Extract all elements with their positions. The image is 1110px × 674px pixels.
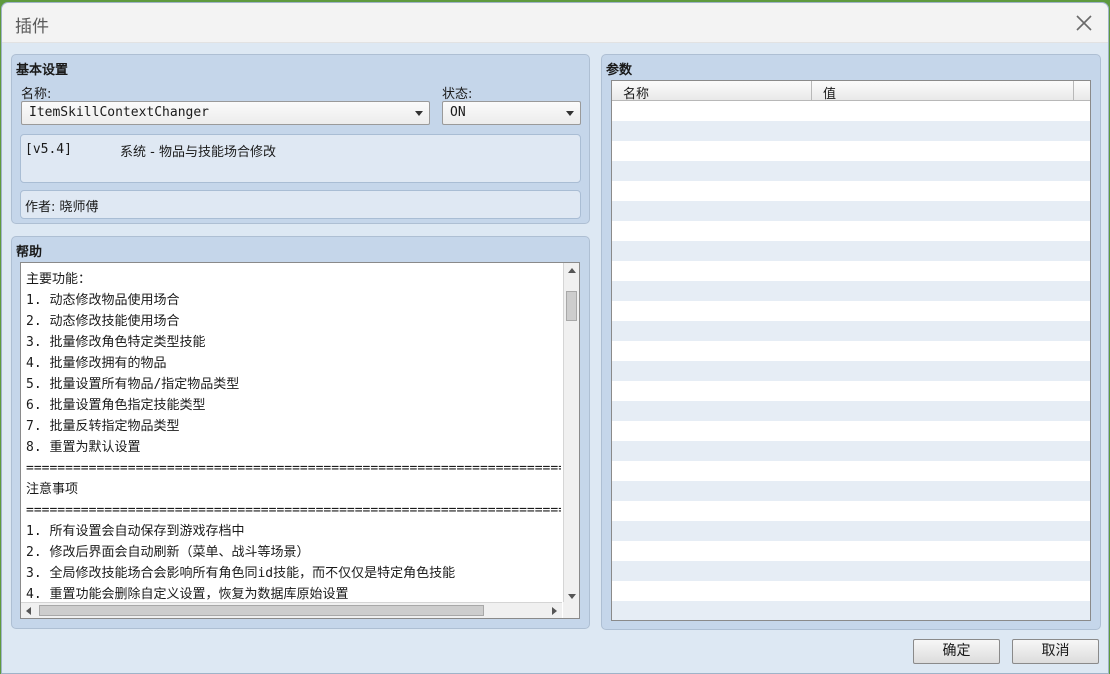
plugin-name-select[interactable]: ItemSkillContextChanger (21, 101, 430, 125)
help-line: 5. 批量设置所有物品/指定物品类型 (26, 377, 240, 392)
cancel-button[interactable]: 取消 (1012, 639, 1099, 664)
plugin-name-value: ItemSkillContextChanger (29, 105, 210, 120)
help-line: 3. 批量修改角色特定类型技能 (26, 335, 206, 350)
help-line: 6. 批量设置角色指定技能类型 (26, 398, 206, 413)
help-line: 1. 动态修改物品使用场合 (26, 293, 180, 308)
scroll-left-button[interactable] (21, 603, 37, 618)
ok-button[interactable]: 确定 (913, 639, 1000, 664)
name-label: 名称: (21, 87, 52, 102)
close-button[interactable] (1072, 11, 1096, 35)
window-title: 插件 (15, 17, 49, 37)
chevron-down-icon (566, 111, 574, 116)
help-vertical-scrollbar[interactable] (563, 263, 579, 604)
scroll-up-arrow-icon (568, 268, 576, 273)
author-box: 作者: 晓师傅 (20, 190, 581, 219)
help-line: 2. 动态修改技能使用场合 (26, 314, 180, 329)
author-text: 作者: 晓师傅 (25, 200, 99, 215)
help-line: 2. 修改后界面会自动刷新（菜单、战斗等场景） (26, 545, 310, 560)
basic-settings-title: 基本设置 (16, 63, 69, 78)
help-text-content: 主要功能： 1. 动态修改物品使用场合 2. 动态修改技能使用场合 3. 批量修改角色… (26, 269, 561, 605)
parameters-title: 参数 (606, 63, 633, 78)
help-line: ========================================… (26, 461, 561, 476)
status-label: 状态: (442, 87, 473, 102)
help-group: 帮助 主要功能： 1. 动态修改物品使用场合 2. 动态修改技能使用场合 3. 批量修… (11, 236, 590, 629)
help-text-area[interactable]: 主要功能： 1. 动态修改物品使用场合 2. 动态修改技能使用场合 3. 批量修改角色… (20, 262, 580, 619)
description-text: 系统 - 物品与技能场合修改 (120, 145, 276, 160)
plugin-dialog: 插件 基本设置 名称: ItemSkillContextChanger 状态: … (1, 2, 1109, 674)
close-icon (1076, 15, 1092, 31)
version-text: [v5.4] (25, 142, 72, 157)
help-line: 7. 批量反转指定物品类型 (26, 419, 180, 434)
parameters-group: 参数 名称 值 (601, 54, 1101, 630)
help-line: ========================================… (26, 503, 561, 518)
chevron-down-icon (415, 111, 423, 116)
help-title: 帮助 (16, 245, 43, 260)
scroll-up-button[interactable] (564, 263, 579, 279)
status-select[interactable]: ON (442, 101, 581, 125)
parameters-table-body[interactable] (612, 101, 1090, 620)
description-box: [v5.4] 系统 - 物品与技能场合修改 (20, 134, 581, 183)
help-line: 注意事项 (26, 482, 79, 497)
parameters-table-header: 名称 值 (612, 81, 1090, 102)
basic-settings-group: 基本设置 名称: ItemSkillContextChanger 状态: ON … (11, 54, 590, 224)
scroll-down-arrow-icon (568, 594, 576, 599)
help-vertical-thumb[interactable] (566, 291, 577, 321)
scrollbar-corner (563, 602, 579, 618)
scroll-left-arrow-icon (26, 607, 31, 615)
column-header-name[interactable]: 名称 (612, 81, 812, 102)
help-line: 1. 所有设置会自动保存到游戏存档中 (26, 524, 245, 539)
status-value: ON (450, 105, 466, 120)
help-line: 4. 批量修改拥有的物品 (26, 356, 167, 371)
help-horizontal-thumb[interactable] (39, 605, 484, 616)
title-bar: 插件 (2, 3, 1108, 43)
help-horizontal-scrollbar[interactable] (21, 602, 562, 618)
help-line: 主要功能： (26, 272, 92, 287)
scroll-right-arrow-icon (552, 607, 557, 615)
column-header-value[interactable]: 值 (812, 81, 1074, 102)
scroll-right-button[interactable] (546, 603, 562, 618)
help-line: 3. 全局修改技能场合会影响所有角色同id技能，而不仅仅是特定角色技能 (26, 566, 456, 581)
parameters-table: 名称 值 (611, 80, 1091, 621)
help-line: 8. 重置为默认设置 (26, 440, 141, 455)
